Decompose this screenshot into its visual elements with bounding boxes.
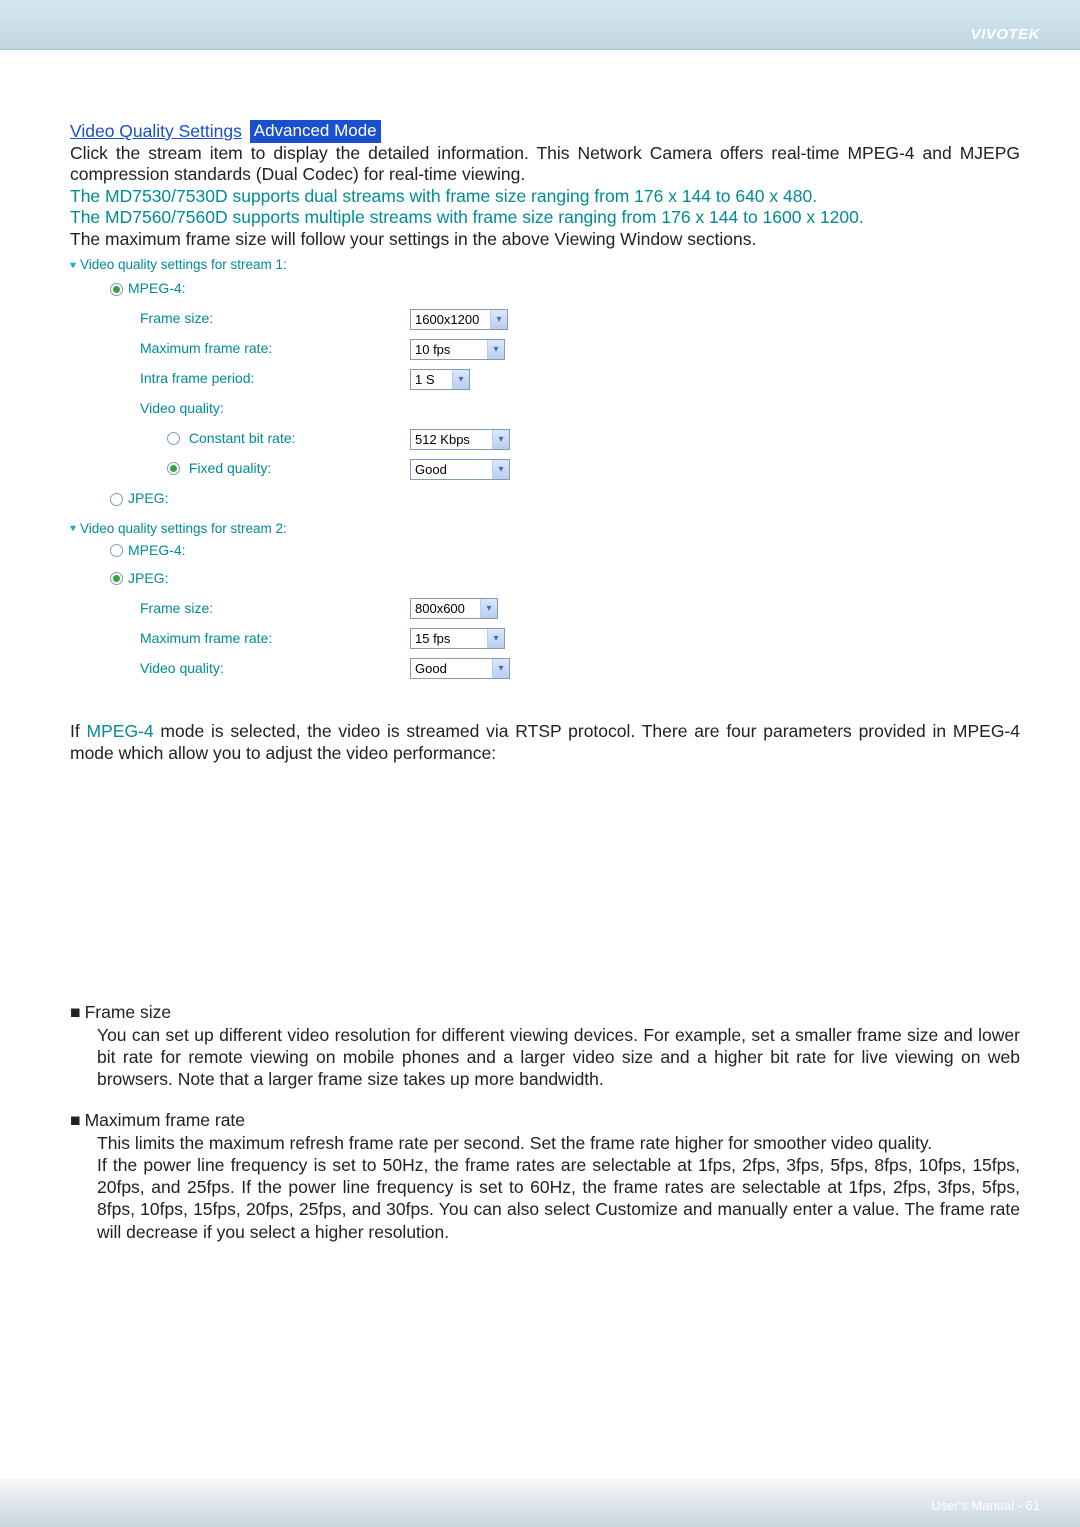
stream1-block: ▾▾ Video quality settings for stream 1: … [70,256,1020,514]
brand-logo: VIVOTEK [971,26,1040,43]
stream1-title: Video quality settings for stream 1: [80,257,287,272]
max-rate-body1: This limits the maximum refresh frame ra… [70,1132,1020,1154]
s2-vq-row: Video quality: Good ▾ [70,654,1020,684]
max-rate-body2: If the power line frequency is set to 50… [70,1154,1020,1243]
fixed-label: Fixed quality: [189,460,271,476]
s1-jpeg-row[interactable]: JPEG: [70,484,1020,514]
bullet-icon: ■ [70,1110,81,1130]
s1-maxrate-row: Maximum frame rate: 10 fps ▾ [70,334,1020,364]
frame-size-select-s1[interactable]: 1600x1200 ▾ [410,309,508,330]
chevron-down-icon: ▾ [487,340,504,359]
bitrate-value-s1: 512 Kbps [415,432,470,447]
stream2-header[interactable]: ▾▾ Video quality settings for stream 2: [70,520,1020,538]
quality-value-s1: Good [415,462,447,477]
max-rate-value-s1: 10 fps [415,342,450,357]
quality-select-s1[interactable]: Good ▾ [410,459,510,480]
advanced-mode-badge: Advanced Mode [250,120,381,143]
quality-value-s2: Good [415,661,447,676]
s2-mpeg4-row[interactable]: MPEG-4: [70,538,1020,564]
video-quality-link[interactable]: Video Quality Settings [70,121,242,141]
page-content: Video Quality Settings Advanced Mode Cli… [0,50,1080,1243]
fixed-option[interactable]: Fixed quality: [70,460,410,477]
mpeg4-label: MPEG-4: [128,280,186,297]
stream1-header[interactable]: ▾▾ Video quality settings for stream 1: [70,256,1020,274]
chevron-down-icon: ▾ [452,370,469,389]
bullet-icon: ■ [70,1002,81,1022]
s1-framesize-row: Frame size: 1600x1200 ▾ [70,304,1020,334]
frame-size-body: You can set up different video resolutio… [70,1024,1020,1091]
intro-text-4: The maximum frame size will follow your … [70,229,756,249]
stream2-block: ▾▾ Video quality settings for stream 2: … [70,520,1020,684]
footer-strip: User's Manual - 61 [0,1479,1080,1527]
quality-select-s2[interactable]: Good ▾ [410,658,510,679]
chevron-down-icon: ▾ [492,460,509,479]
chevron-down-icon: ▾ [490,310,507,329]
radio-mpeg4-s2[interactable] [110,544,123,557]
mpeg-paragraph: If MPEG-4 mode is selected, the video is… [70,720,1020,764]
radio-jpeg-s1[interactable] [110,493,123,506]
intra-label: Intra frame period: [70,370,410,387]
section-heading: Video Quality Settings Advanced Mode [70,120,1020,143]
jpeg-label-s1: JPEG: [128,490,168,507]
s2-framesize-row: Frame size: 800x600 ▾ [70,594,1020,624]
s1-vq-row: Video quality: [70,394,1020,424]
frame-size-select-s2[interactable]: 800x600 ▾ [410,598,498,619]
s2-jpeg-row[interactable]: JPEG: [70,564,1020,594]
max-rate-section-title: ■Maximum frame rate [70,1110,1020,1132]
chevron-down-icon: ▾ [492,430,509,449]
header-strip: VIVOTEK [0,0,1080,50]
cbr-option[interactable]: Constant bit rate: [70,430,410,447]
intro-text-2: The MD7530/7530D supports dual streams w… [70,186,817,206]
radio-jpeg-s2[interactable] [110,572,123,585]
intra-select-s1[interactable]: 1 S ▾ [410,369,470,390]
chevron-down-icon: ▾ [480,599,497,618]
s1-intra-row: Intra frame period: 1 S ▾ [70,364,1020,394]
max-rate-select-s1[interactable]: 10 fps ▾ [410,339,505,360]
intro-text-1: Click the stream item to display the det… [70,143,1020,185]
s2-maxrate-row: Maximum frame rate: 15 fps ▾ [70,624,1020,654]
radio-fixed-quality[interactable] [167,462,180,475]
s1-mpeg4-row[interactable]: MPEG-4: [70,274,1020,304]
frame-size-section-title: ■Frame size [70,1002,1020,1024]
max-rate-label: Maximum frame rate: [70,340,410,357]
video-quality-label-s2: Video quality: [70,660,410,677]
footer-page-number: User's Manual - 61 [931,1498,1040,1513]
frame-size-label-s2: Frame size: [70,600,410,617]
max-rate-value-s2: 15 fps [415,631,450,646]
stream2-title: Video quality settings for stream 2: [80,521,287,536]
radio-mpeg4-s1[interactable] [110,283,123,296]
frame-size-title: Frame size [85,1002,172,1022]
jpeg-label-s2: JPEG: [128,570,168,587]
radio-constant-bitrate[interactable] [167,432,180,445]
intra-value-s1: 1 S [415,372,435,387]
frame-size-label: Frame size: [70,310,410,327]
s1-fixed-row: Fixed quality: Good ▾ [70,454,1020,484]
frame-size-value-s1: 1600x1200 [415,312,479,327]
max-rate-label-s2: Maximum frame rate: [70,630,410,647]
intro-paragraph: Click the stream item to display the det… [70,143,1020,251]
chevron-down-icon: ▾ [492,659,509,678]
video-quality-label: Video quality: [70,400,224,417]
s1-cbr-row: Constant bit rate: 512 Kbps ▾ [70,424,1020,454]
frame-size-value-s2: 800x600 [415,601,465,616]
bitrate-select-s1[interactable]: 512 Kbps ▾ [410,429,510,450]
cbr-label: Constant bit rate: [189,430,296,446]
max-rate-title: Maximum frame rate [85,1110,245,1130]
mpeg4-label-s2: MPEG-4: [128,542,186,559]
expand-icon: ▾▾ [70,523,72,535]
expand-icon: ▾▾ [70,260,72,272]
intro-text-3: The MD7560/7560D supports multiple strea… [70,207,864,227]
chevron-down-icon: ▾ [487,629,504,648]
mpeg4-word: MPEG-4 [87,721,154,741]
max-rate-select-s2[interactable]: 15 fps ▾ [410,628,505,649]
